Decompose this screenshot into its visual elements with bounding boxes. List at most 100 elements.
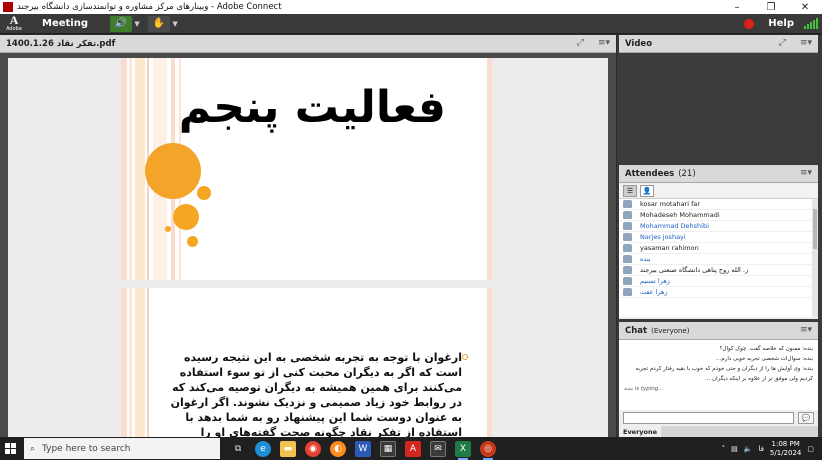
pod-menu-icon[interactable]: ≡▾ xyxy=(800,38,812,48)
document-viewer[interactable]: فعالیت پنجم ارغوان با توجه به تجربه شخصی… xyxy=(8,58,608,437)
send-message-button[interactable]: 💬 xyxy=(798,412,814,424)
search-icon: ⌕ xyxy=(30,443,36,454)
bullet-icon xyxy=(462,354,468,360)
chevron-down-icon[interactable]: ▼ xyxy=(170,16,180,32)
user-icon xyxy=(623,233,632,241)
mail-icon[interactable]: ✉ xyxy=(430,440,446,457)
close-icon[interactable]: ✕ xyxy=(788,0,822,14)
list-item[interactable]: kosar motahari far xyxy=(619,199,818,210)
search-placeholder: Type here to search xyxy=(42,443,131,454)
attendees-pod-header: Attendees (21) ≡▾ xyxy=(619,165,818,183)
minimize-icon[interactable]: – xyxy=(720,0,754,14)
word-icon[interactable]: W xyxy=(355,440,371,457)
raise-hand-icon[interactable]: ✋ xyxy=(148,15,171,32)
speaker-icon[interactable]: 🔊 xyxy=(110,15,133,32)
user-icon xyxy=(623,277,632,285)
chevron-up-icon[interactable]: ˄ xyxy=(722,445,726,453)
language-indicator[interactable]: فا xyxy=(758,445,763,453)
raise-hand-button[interactable]: ✋ ▼ xyxy=(148,15,180,32)
help-menu[interactable]: Help xyxy=(768,18,794,29)
pod-menu-icon[interactable]: ≡▾ xyxy=(598,38,610,48)
video-pod-title: Video xyxy=(625,38,653,49)
status-view-icon[interactable]: 👤 xyxy=(640,184,654,197)
attendees-list[interactable]: kosar motahari far Mohadeseh Mohammadi M… xyxy=(619,199,818,317)
task-view-icon[interactable]: ⧉ xyxy=(230,441,246,457)
window-title: وبینارهای مرکز مشاوره و توانمندسازی دانش… xyxy=(17,2,282,12)
excel-icon[interactable]: X xyxy=(455,440,471,460)
acrobat-icon[interactable]: A xyxy=(405,440,421,457)
app-icon xyxy=(3,2,13,12)
user-icon xyxy=(623,222,632,230)
list-item[interactable]: yasaman rahimon xyxy=(619,243,818,254)
volume-icon[interactable]: 🔈 xyxy=(744,445,753,453)
chrome-icon[interactable]: ◉ xyxy=(305,440,321,457)
maximize-icon[interactable]: ❐ xyxy=(754,0,788,14)
list-item[interactable]: زهرا عفت xyxy=(619,287,818,298)
start-button[interactable] xyxy=(0,437,20,460)
firefox-icon[interactable]: ◐ xyxy=(330,440,346,457)
attendees-view-toolbar: ☰ 👤 xyxy=(619,183,818,199)
fullscreen-icon[interactable]: ⤢ xyxy=(577,38,584,48)
chat-tabs: Everyone xyxy=(619,426,818,437)
decorative-circle xyxy=(145,143,201,199)
user-icon xyxy=(623,266,632,274)
share-pod-controls: ⤢ ≡▾ xyxy=(577,38,610,48)
menu-bar: A Adobe Meeting 🔊 ▼ ✋ ▼ xyxy=(0,14,822,34)
chat-pod-header: Chat (Everyone) ≡▾ xyxy=(619,322,818,340)
list-view-icon[interactable]: ☰ xyxy=(623,184,637,197)
decorative-circle xyxy=(187,236,198,247)
attendees-pod-controls: ≡▾ xyxy=(800,168,812,178)
network-icon[interactable]: ▤ xyxy=(731,445,738,453)
user-icon xyxy=(623,288,632,296)
pod-menu-icon[interactable]: ≡▾ xyxy=(800,168,812,178)
chevron-down-icon[interactable]: ▼ xyxy=(132,16,142,32)
user-icon xyxy=(623,211,632,219)
notifications-icon[interactable]: ▢ xyxy=(807,445,814,453)
pod-menu-icon[interactable]: ≡▾ xyxy=(800,325,812,335)
slide-body: ارغوان با توجه به تجربه شخصی به این نتیج… xyxy=(121,288,492,437)
system-tray: ˄ ▤ 🔈 فا 1:08 PM 5/1/2024 ▢ xyxy=(722,437,822,460)
fullscreen-icon[interactable]: ⤢ xyxy=(779,38,786,48)
decorative-circle xyxy=(165,226,171,232)
chat-pod-controls: ≡▾ xyxy=(800,325,812,335)
list-item[interactable]: Mohadeseh Mohammadi xyxy=(619,210,818,221)
chat-message: بنده: وی آوایش ها را از دیگران و حتی خود… xyxy=(635,366,813,382)
user-icon xyxy=(623,200,632,208)
typing-indicator: بنده is typing... xyxy=(624,386,664,392)
slide-heading: فعالیت پنجم xyxy=(178,82,446,133)
attendees-pod: Attendees (21) ≡▾ ☰ 👤 kosar motahari far… xyxy=(619,165,818,319)
chat-message: بنده: ممنون که خلاصه گفت. چوک کوال؟ xyxy=(719,346,813,352)
store-icon[interactable]: ▦ xyxy=(380,440,396,457)
list-item[interactable]: زهرا تسنیم xyxy=(619,276,818,287)
meeting-menu[interactable]: Meeting xyxy=(42,18,88,29)
speaker-button[interactable]: 🔊 ▼ xyxy=(110,15,142,32)
attendees-scrollbar[interactable] xyxy=(812,199,818,317)
taskbar: ⌕ Type here to search ⧉ e ▬ ◉ ◐ W ▦ A ✉ … xyxy=(0,437,822,460)
adobe-connect-icon[interactable]: ◎ xyxy=(480,440,496,460)
share-pod-header: 1400.1.26 تفکر نقاد.pdf ⤢ ≡▾ xyxy=(0,35,616,53)
video-pod-controls: ⤢ ≡▾ xyxy=(779,38,812,48)
user-icon xyxy=(623,244,632,252)
clock[interactable]: 1:08 PM 5/1/2024 xyxy=(770,440,801,458)
chat-scope: (Everyone) xyxy=(651,326,690,335)
user-icon xyxy=(623,255,632,263)
tab-everyone[interactable]: Everyone xyxy=(619,426,662,437)
video-area xyxy=(619,53,818,163)
connection-signal-icon xyxy=(804,17,818,29)
list-item[interactable]: Mohammad Dehshibi xyxy=(619,221,818,232)
list-item[interactable]: بنده xyxy=(619,254,818,265)
attendees-title: Attendees xyxy=(625,168,675,179)
edge-icon[interactable]: e xyxy=(255,440,271,457)
list-item[interactable]: ز. الله روح پناهی دانشگاه صنعتی بیرجند xyxy=(619,265,818,276)
slide-body-text: ارغوان با توجه به تجربه شخصی به این نتیج… xyxy=(170,351,462,437)
right-pods: Video ⤢ ≡▾ Attendees (21) ≡▾ ☰ 👤 kosar m… xyxy=(617,35,822,437)
file-explorer-icon[interactable]: ▬ xyxy=(280,440,296,457)
chat-message: بنده: سوال‌ات شخصی تجربه خوبی دارم... xyxy=(716,356,813,362)
share-pod: 1400.1.26 تفکر نقاد.pdf ⤢ ≡▾ فعالیت پنجم xyxy=(0,35,616,437)
list-item[interactable]: Narjes joshayi xyxy=(619,232,818,243)
window-title-bar: وبینارهای مرکز مشاوره و توانمندسازی دانش… xyxy=(0,0,822,14)
taskbar-search[interactable]: ⌕ Type here to search xyxy=(24,438,220,459)
video-pod: Video ⤢ ≡▾ xyxy=(619,35,818,163)
record-indicator-icon xyxy=(744,19,754,29)
chat-input[interactable] xyxy=(623,412,794,424)
